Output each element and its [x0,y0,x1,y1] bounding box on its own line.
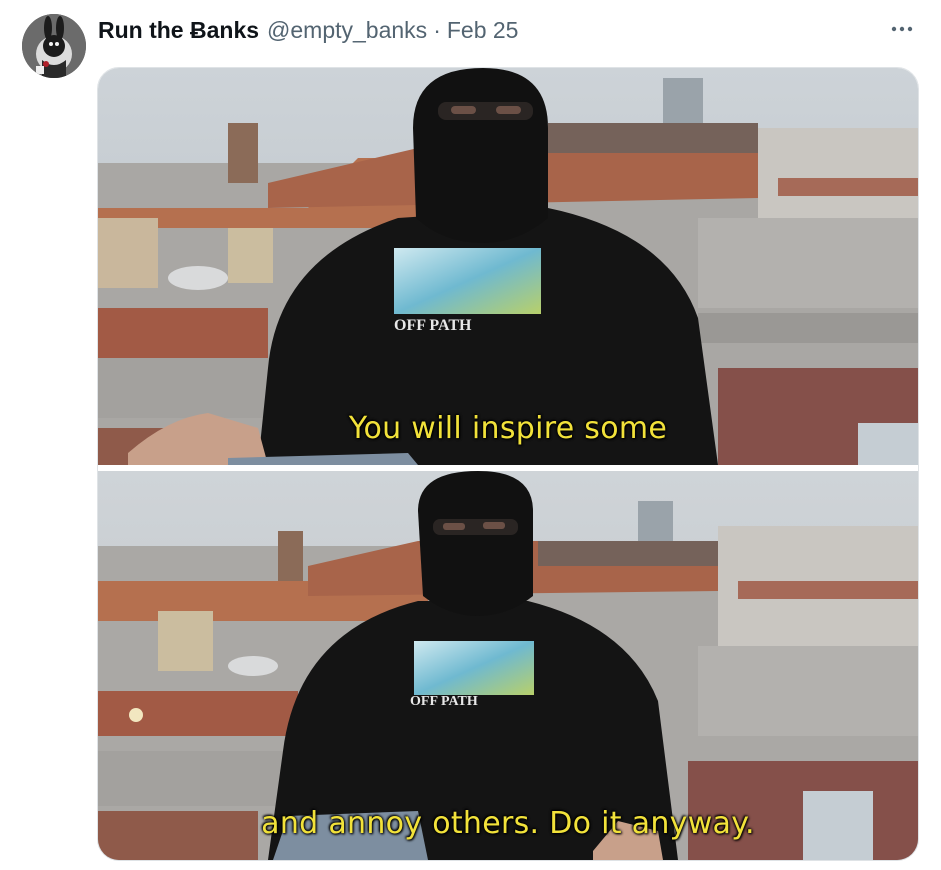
ellipsis-icon [891,26,913,32]
author-name[interactable]: Run the Ƀanks [98,17,259,44]
tweet-media[interactable]: OFF PATH You will inspire some OFF PATH … [97,67,919,861]
tweet-date[interactable]: Feb 25 [447,17,519,44]
more-options-button[interactable] [887,14,917,44]
author-handle[interactable]: @empty_banks [267,17,427,44]
subtitle-caption: You will inspire some [348,411,668,446]
masked-man-rooftop-image: OFF PATH [98,68,918,465]
meme-panel-bottom: OFF PATH and annoy others. Do it anyway. [98,471,918,860]
header-separator: · [433,16,441,43]
hoodie-print-text: OFF PATH [410,694,478,709]
tweet: Run the Ƀanks @empty_banks · Feb 25 OFF … [0,0,941,870]
meme-panel-top: OFF PATH You will inspire some [98,68,918,465]
masked-man-rooftop-image: OFF PATH [98,471,918,860]
tweet-header: Run the Ƀanks @empty_banks · Feb 25 [98,14,518,46]
rabbit-avatar-icon [22,14,86,78]
author-avatar[interactable] [22,14,86,78]
subtitle-caption: and annoy others. Do it anyway. [261,806,755,841]
hoodie-print-text: OFF PATH [394,317,472,334]
